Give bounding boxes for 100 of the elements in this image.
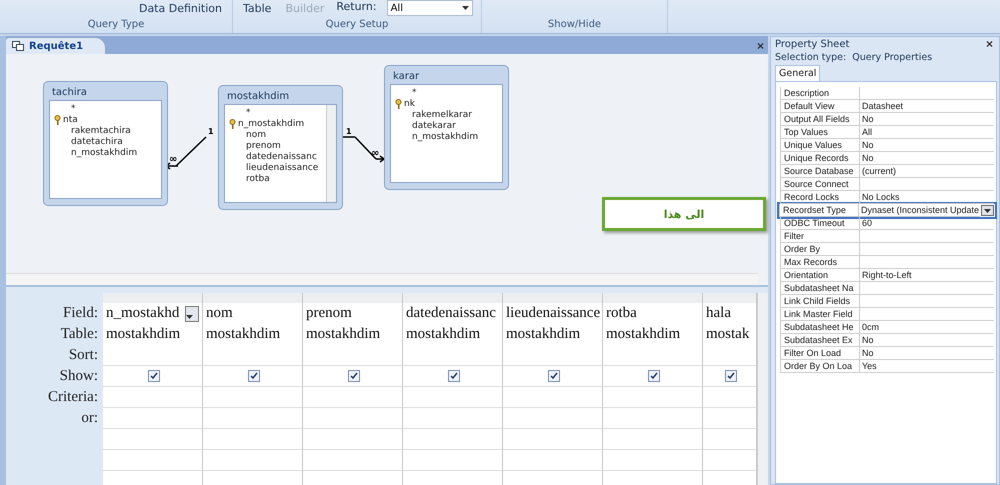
general-tab[interactable]: General	[775, 65, 820, 81]
column-selector[interactable]	[503, 293, 603, 303]
grid-cell[interactable]: prenom	[303, 303, 403, 324]
grid-cell[interactable]: nom	[203, 303, 303, 324]
field-dropdown-button[interactable]	[185, 306, 199, 322]
property-value[interactable]: Dynaset (Inconsistent Update	[859, 204, 980, 217]
grid-cell[interactable]	[403, 429, 503, 450]
grid-cell[interactable]: mostakhdim	[203, 324, 303, 345]
grid-cell[interactable]: mostakhdim	[403, 324, 503, 345]
grid-cell[interactable]	[303, 345, 403, 366]
ribbon-button[interactable]: Table	[241, 0, 274, 16]
show-checkbox[interactable]	[725, 370, 737, 382]
property-value[interactable]: No	[860, 334, 994, 347]
document-tab[interactable]: Requête1	[6, 38, 106, 54]
close-button[interactable]: ×	[752, 38, 768, 54]
table-box[interactable]: mostakhdim * n_mostakhdim nom prenom datedenaissanc lieudenaissance rotba	[218, 85, 343, 210]
show-checkbox[interactable]	[448, 370, 460, 382]
grid-cell[interactable]: mostakhdim	[103, 324, 203, 345]
grid-cell[interactable]	[503, 387, 603, 408]
property-value[interactable]: 0cm	[860, 321, 994, 334]
property-value[interactable]: No	[860, 113, 994, 126]
show-checkbox[interactable]	[248, 370, 260, 382]
grid-cell[interactable]: datedenaissanc	[403, 303, 503, 324]
field-cell-text[interactable]: prenom	[306, 305, 352, 322]
field-name[interactable]: n_mostakhdim	[238, 118, 304, 128]
table-cell-text[interactable]: mostakhdim	[206, 326, 280, 343]
grid-cell[interactable]	[703, 429, 757, 450]
field-name[interactable]: *	[229, 108, 250, 118]
table-cell-text[interactable]: mostakhdim	[406, 326, 480, 343]
grid-cell[interactable]	[603, 429, 703, 450]
property-value[interactable]: (current)	[860, 165, 994, 178]
table-box[interactable]: karar * nk rakemelkarar datekarar n_mostakhdim	[384, 65, 509, 190]
column-selector[interactable]	[703, 293, 757, 303]
property-value[interactable]: Yes	[860, 360, 994, 373]
scrollbar[interactable]	[326, 105, 336, 202]
grid-cell[interactable]	[703, 408, 757, 429]
grid-cell[interactable]	[503, 429, 603, 450]
grid-cell[interactable]: mostak	[703, 324, 757, 345]
grid-cell[interactable]	[703, 366, 757, 387]
grid-cell[interactable]: mostakhdim	[303, 324, 403, 345]
field-cell-text[interactable]: rotba	[606, 305, 637, 322]
grid-cell[interactable]: mostakhdim	[603, 324, 703, 345]
field-name[interactable]: prenom	[229, 140, 281, 150]
show-checkbox[interactable]	[348, 370, 360, 382]
grid-cell[interactable]	[303, 408, 403, 429]
table-cell-text[interactable]: mostakhdim	[506, 326, 580, 343]
column-selector[interactable]	[603, 293, 703, 303]
close-button[interactable]: ×	[982, 36, 997, 52]
grid-cell[interactable]	[103, 429, 203, 450]
grid-cell[interactable]	[503, 408, 603, 429]
show-checkbox[interactable]	[648, 370, 660, 382]
field-name[interactable]: *	[395, 88, 416, 98]
grid-cell[interactable]	[303, 429, 403, 450]
field-cell-text[interactable]: n_mostakhd	[106, 305, 180, 322]
grid-cell[interactable]	[603, 387, 703, 408]
grid-cell[interactable]	[403, 366, 503, 387]
grid-cell[interactable]	[203, 450, 303, 471]
field-name[interactable]: rotba	[229, 174, 270, 184]
grid-cell[interactable]	[203, 429, 303, 450]
grid-cell[interactable]	[703, 387, 757, 408]
field-cell-text[interactable]: datedenaissanc	[406, 305, 496, 322]
grid-cell[interactable]	[603, 366, 703, 387]
grid-cell[interactable]	[203, 366, 303, 387]
property-value[interactable]: No	[860, 139, 994, 152]
grid-cell[interactable]: n_mostakhd	[103, 303, 203, 324]
grid-cell[interactable]: rotba	[603, 303, 703, 324]
field-name[interactable]: datedenaissanc	[229, 152, 317, 162]
grid-cell[interactable]: hala	[703, 303, 757, 324]
grid-cell[interactable]	[103, 408, 203, 429]
grid-cell[interactable]	[703, 450, 757, 471]
ribbon-button[interactable]: Data Definition	[136, 0, 224, 16]
column-selector[interactable]	[403, 293, 503, 303]
grid-cell[interactable]	[603, 408, 703, 429]
grid-cell[interactable]: mostakhdim	[503, 324, 603, 345]
grid-cell[interactable]	[103, 345, 203, 366]
property-value[interactable]: Datasheet	[860, 100, 994, 113]
grid-cell[interactable]	[403, 387, 503, 408]
grid-cell[interactable]	[503, 366, 603, 387]
dropdown-button[interactable]	[981, 205, 994, 216]
field-name[interactable]: rakemtachira	[54, 126, 131, 136]
horizontal-scrollbar[interactable]	[6, 273, 758, 285]
show-checkbox[interactable]	[548, 370, 560, 382]
table-cell-text[interactable]: mostakhdim	[106, 326, 180, 343]
grid-cell[interactable]	[103, 387, 203, 408]
field-cell-text[interactable]: nom	[206, 305, 233, 322]
field-name[interactable]: nta	[63, 114, 78, 124]
field-name[interactable]: datetachira	[54, 136, 123, 146]
field-name[interactable]: n_mostakhdim	[54, 148, 138, 158]
table-box[interactable]: tachira * nta rakemtachira datetachira n_mostakhdim	[43, 81, 168, 206]
field-name[interactable]: n_mostakhdim	[395, 132, 478, 142]
table-cell-text[interactable]: mostak	[706, 326, 750, 343]
field-name[interactable]: lieudenaissance	[229, 162, 318, 172]
grid-cell[interactable]	[503, 450, 603, 471]
property-value[interactable]: 60	[860, 217, 994, 230]
grid-cell[interactable]	[403, 450, 503, 471]
return-dropdown[interactable]: All	[386, 0, 473, 16]
grid-cell[interactable]	[503, 345, 603, 366]
field-name[interactable]: *	[54, 104, 76, 114]
property-value[interactable]: No Locks	[860, 191, 994, 204]
property-value[interactable]: All	[860, 126, 994, 139]
